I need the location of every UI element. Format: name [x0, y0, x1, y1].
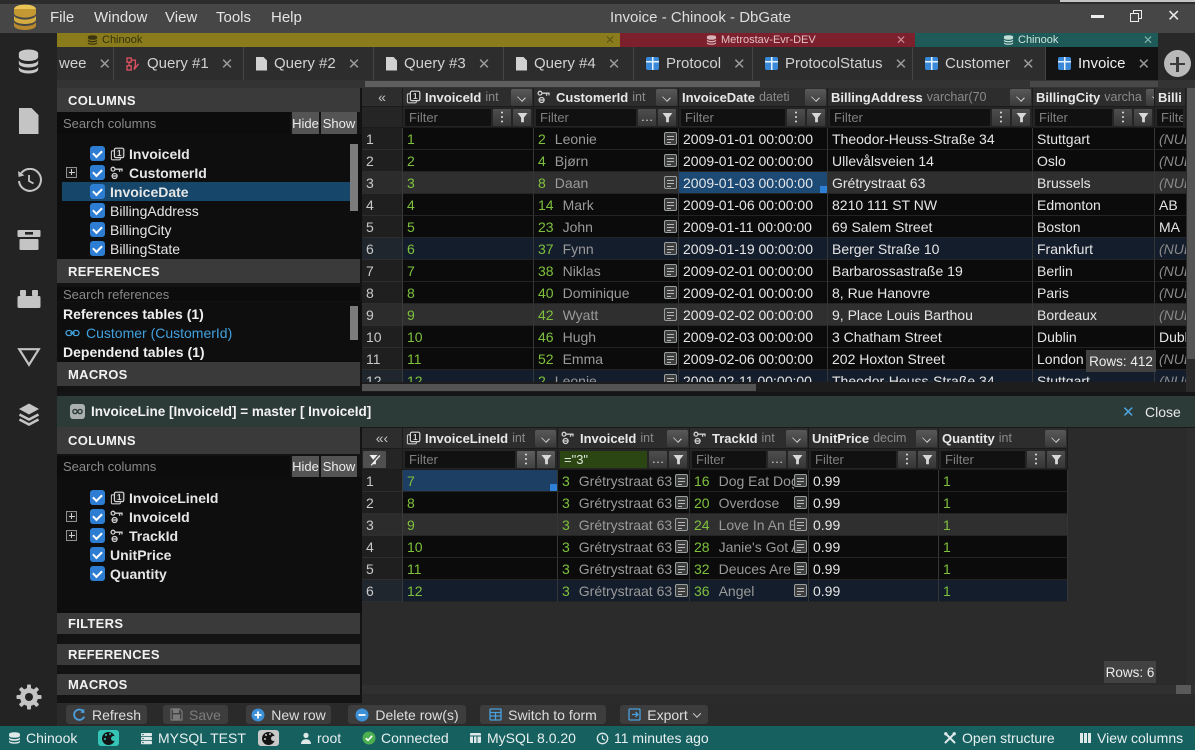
svg-text:1: 1: [117, 148, 122, 157]
svg-text:1: 1: [117, 492, 122, 501]
svg-text:1: 1: [413, 433, 418, 442]
svg-text:1: 1: [413, 92, 418, 101]
